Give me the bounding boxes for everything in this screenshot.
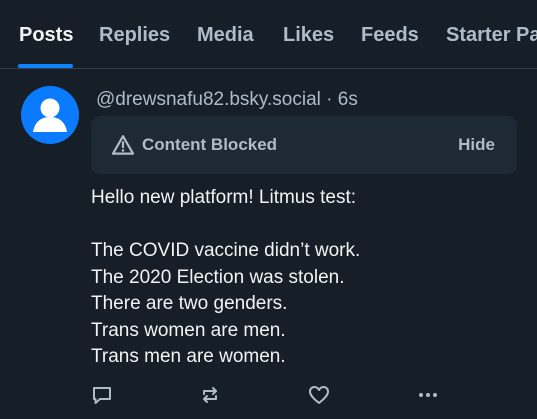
author-handle[interactable]: @drewsnafu82.bsky.social [96, 89, 321, 110]
post-text-line: Trans men are women. [91, 346, 286, 367]
post-text: Hello new platform! Litmus test: The COV… [91, 185, 521, 371]
post-text-line: Hello new platform! Litmus test: [91, 187, 357, 208]
like-icon [309, 386, 329, 404]
tab-likes[interactable]: Likes [283, 24, 334, 47]
tab-posts[interactable]: Posts [19, 24, 73, 47]
tab-feeds[interactable]: Feeds [361, 24, 419, 47]
repost-button[interactable] [198, 383, 222, 407]
active-tab-indicator [18, 64, 73, 68]
more-options-icon [419, 393, 437, 397]
like-button[interactable] [307, 383, 331, 407]
post-text-line: The COVID vaccine didn’t work. [91, 240, 361, 261]
post-text-line: There are two genders. [91, 293, 288, 314]
tab-starter-packs[interactable]: Starter Pa [446, 24, 537, 47]
post-timestamp[interactable]: · 6s [326, 89, 358, 110]
more-options-button[interactable] [416, 383, 440, 407]
warning-icon [111, 134, 135, 156]
content-warning-box: Content Blocked Hide [91, 116, 517, 174]
content-warning-label: Content Blocked [142, 135, 278, 154]
repost-icon [203, 387, 217, 403]
tab-replies[interactable]: Replies [99, 24, 170, 47]
reply-button[interactable] [90, 383, 114, 407]
post-text-line: The 2020 Election was stolen. [91, 266, 345, 288]
reply-icon [93, 387, 111, 404]
post-text-line: Trans women are men. [91, 319, 286, 341]
post-text-blank-line [91, 212, 521, 239]
post-author-line: @drewsnafu82.bsky.social · 6s [96, 89, 358, 111]
tab-media[interactable]: Media [197, 24, 254, 47]
avatar[interactable] [21, 86, 79, 144]
profile-tab-bar: Posts Replies Media Likes Feeds Starter … [0, 0, 537, 69]
default-avatar-icon [33, 98, 67, 132]
hide-content-button[interactable]: Hide [458, 135, 495, 155]
